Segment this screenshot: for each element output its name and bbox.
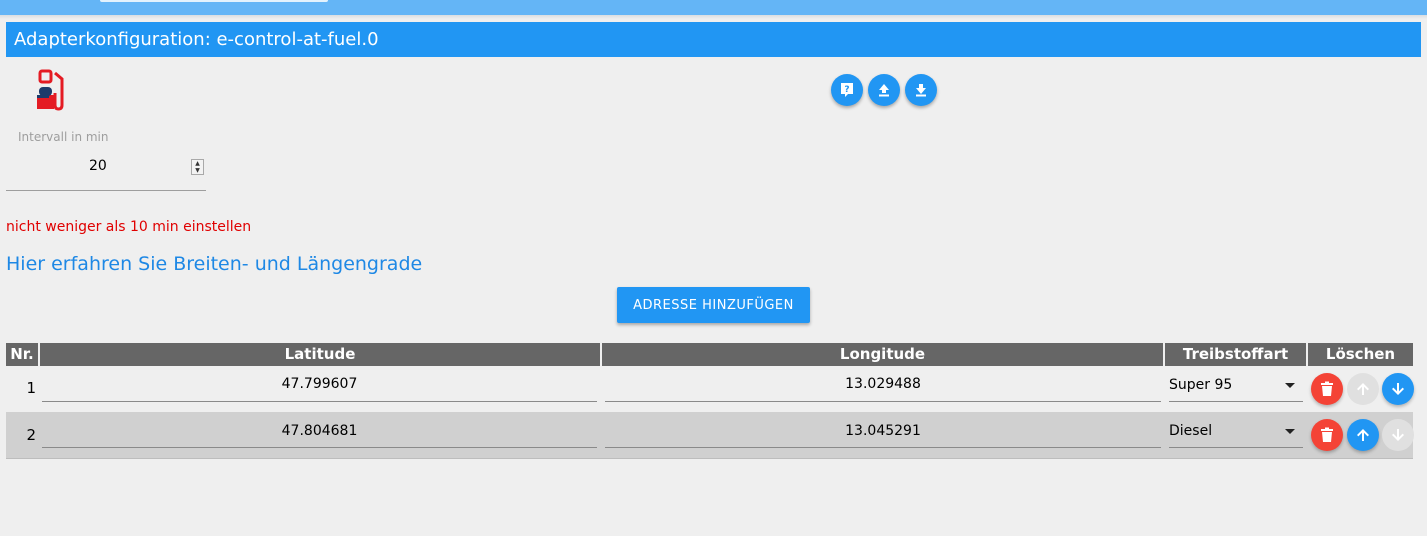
interval-warning: nicht weniger als 10 min einstellen: [6, 219, 252, 235]
column-header-longitude: Longitude: [602, 343, 1163, 366]
column-header-nr: Nr.: [6, 343, 38, 366]
help-icon: ?: [841, 83, 853, 97]
page-title: Adapterkonfiguration: e-control-at-fuel.…: [6, 22, 1421, 57]
add-address-button[interactable]: ADRESSE HINZUFÜGEN: [617, 287, 810, 323]
interval-label: Intervall in min: [18, 130, 109, 144]
arrow-down-icon: [1392, 429, 1404, 441]
row-2-number: 2: [26, 426, 36, 444]
download-icon: [916, 84, 926, 97]
row-1-delete-button[interactable]: [1311, 373, 1343, 405]
interval-spinner[interactable]: ▲ ▼: [191, 159, 204, 175]
arrow-up-icon: [1357, 383, 1369, 395]
row-2-move-down-button[interactable]: [1382, 419, 1414, 451]
trash-icon: [1321, 381, 1333, 396]
row-2-delete-button[interactable]: [1311, 419, 1343, 451]
download-button[interactable]: [905, 74, 937, 106]
row-1-latitude-underline: [42, 401, 597, 402]
svg-text:?: ?: [844, 85, 849, 95]
row-1-number: 1: [26, 379, 36, 397]
arrow-down-icon: [1392, 383, 1404, 395]
row-1-longitude-input[interactable]: 13.029488: [605, 376, 1161, 392]
interval-underline: [6, 190, 206, 191]
row-2-latitude-underline: [42, 447, 597, 448]
row-2-fuel-underline: [1169, 447, 1303, 448]
row-1-fuel-underline: [1169, 401, 1303, 402]
row-2-dropdown-icon[interactable]: [1285, 429, 1295, 434]
upload-button[interactable]: [868, 74, 900, 106]
upload-icon: [879, 84, 889, 97]
interval-input[interactable]: 20: [89, 158, 107, 174]
row-1-move-down-button[interactable]: [1382, 373, 1414, 405]
row-1-longitude-underline: [605, 401, 1161, 402]
trash-icon: [1321, 427, 1333, 442]
column-header-latitude: Latitude: [40, 343, 600, 366]
row-2-move-up-button[interactable]: [1347, 419, 1379, 451]
row-1-dropdown-icon[interactable]: [1285, 383, 1295, 388]
row-1-latitude-input[interactable]: 47.799607: [42, 376, 597, 392]
help-button[interactable]: ?: [831, 74, 863, 106]
coordinates-help-link[interactable]: Hier erfahren Sie Breiten- und Längengra…: [6, 253, 422, 275]
arrow-up-icon: [1357, 429, 1369, 441]
row-1-move-up-button[interactable]: [1347, 373, 1379, 405]
top-bar-handle: [100, 0, 328, 2]
column-header-delete: Löschen: [1308, 343, 1413, 366]
top-app-bar: [0, 0, 1427, 15]
row-1-fuel-select[interactable]: Super 95: [1169, 377, 1232, 393]
row-divider: [6, 458, 1413, 459]
top-bar-shadow: [0, 15, 1427, 19]
row-2-longitude-underline: [605, 447, 1161, 448]
row-2-latitude-input[interactable]: 47.804681: [42, 423, 597, 439]
fuel-pump-logo-icon: [37, 69, 64, 111]
row-2-fuel-select[interactable]: Diesel: [1169, 423, 1212, 439]
column-header-fuel-type: Treibstoffart: [1165, 343, 1306, 366]
row-2-longitude-input[interactable]: 13.045291: [605, 423, 1161, 439]
